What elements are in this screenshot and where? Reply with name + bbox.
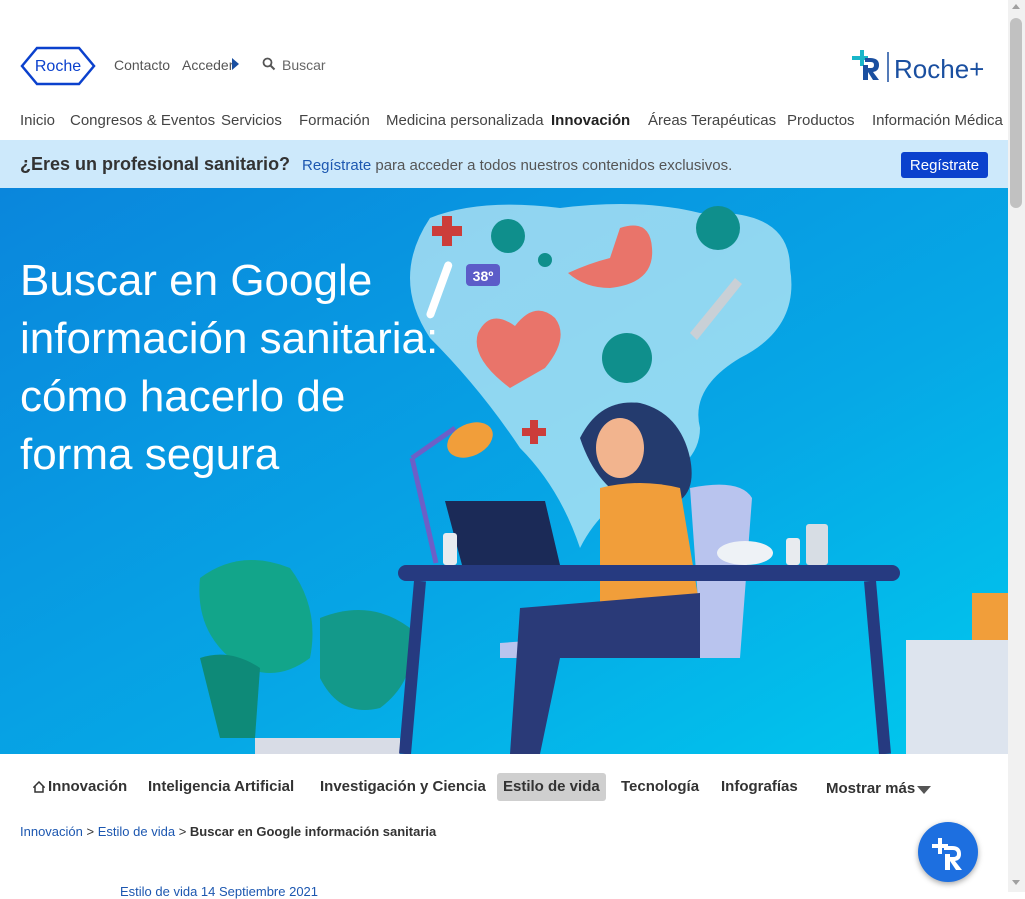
nav-item-servicios[interactable]: Servicios [221,112,282,129]
woman-face [596,418,644,478]
tab-tecnologia[interactable]: Tecnología [615,773,705,801]
banner-text: Regístrate para acceder a todos nuestros… [302,157,732,174]
side-cabinet [906,640,1008,754]
tab-estilo-de-vida[interactable]: Estilo de vida [497,773,606,801]
hero-title: Buscar en Google información sanitaria: … [20,256,439,479]
svg-text:Roche: Roche [35,58,81,75]
chevron-down-icon [917,786,931,794]
search-input[interactable] [280,55,394,75]
login-link[interactable]: Acceder [182,57,233,73]
spray-bottle [443,533,457,565]
pill-bottle [806,524,828,565]
scroll-down-arrow-icon[interactable] [1012,880,1020,885]
roche-plus-icon [932,838,962,870]
banner-description: para acceder a todos nuestros contenidos… [371,157,733,174]
breadcrumb-innovacion[interactable]: Innovación [20,824,83,839]
nav-item-formacion[interactable]: Formación [299,112,370,129]
tissues [717,541,773,565]
laptop [445,501,560,565]
tab-investigacion-ciencia[interactable]: Investigación y Ciencia [314,773,492,801]
nav-item-productos[interactable]: Productos [787,112,855,129]
roche-plus-fab[interactable] [918,822,978,882]
contact-link[interactable]: Contacto [114,57,170,73]
breadcrumb: Innovación > Estilo de vida > Buscar en … [20,824,436,839]
roche-logo[interactable]: Roche [20,46,96,86]
breadcrumb-separator: > [178,824,187,839]
nav-item-inicio[interactable]: Inicio [20,112,55,129]
page-scrollbar[interactable] [1008,0,1025,892]
breadcrumb-separator: > [86,824,95,839]
register-link[interactable]: Regístrate [302,157,371,174]
desk [398,565,900,581]
svg-text:Roche+: Roche+ [894,54,984,84]
breadcrumb-estilo-de-vida[interactable]: Estilo de vida [98,824,175,839]
professional-banner: ¿Eres un profesional sanitario? Regístra… [0,140,1008,188]
home-icon [33,781,45,793]
nav-item-informacion-medica[interactable]: Información Médica [872,112,1003,129]
main-nav: Inicio Congresos & Eventos Servicios For… [0,104,1008,134]
pencil-cup [972,593,1008,640]
login-arrow-icon [232,58,239,70]
pill-bottle [786,538,800,565]
tab-innovacion[interactable]: Innovación [27,773,133,801]
banner-question: ¿Eres un profesional sanitario? [20,154,291,174]
search-icon[interactable] [262,57,276,71]
site-header: Roche Contacto Acceder Roche+ Inicio Con… [0,0,1008,140]
show-more-button[interactable]: Mostrar más [820,775,921,803]
tab-inteligencia-artificial[interactable]: Inteligencia Artificial [142,773,300,801]
register-button[interactable]: Regístrate [901,152,988,178]
tab-innovacion-label: Innovación [48,778,128,795]
breadcrumb-current: Buscar en Google información sanitaria [189,824,437,839]
roche-plus-logo[interactable]: Roche+ [846,46,991,86]
category-tabs: Innovación Inteligencia Artificial Inves… [0,770,1008,804]
scrollbar-thumb[interactable] [1010,18,1022,208]
hero-banner: 38º Buscar en Google información sanitar… [0,188,1008,754]
tab-infografias[interactable]: Infografías [715,773,804,801]
nav-item-medicina-personalizada[interactable]: Medicina personalizada [386,112,544,129]
svg-text:38º: 38º [473,268,494,284]
plant-pot [255,738,400,754]
nav-item-congresos[interactable]: Congresos & Eventos [70,112,215,129]
scroll-up-arrow-icon[interactable] [1012,4,1020,9]
nav-item-areas-terapeuticas[interactable]: Áreas Terapéuticas [648,112,776,129]
nav-item-innovacion[interactable]: Innovación [551,112,630,129]
